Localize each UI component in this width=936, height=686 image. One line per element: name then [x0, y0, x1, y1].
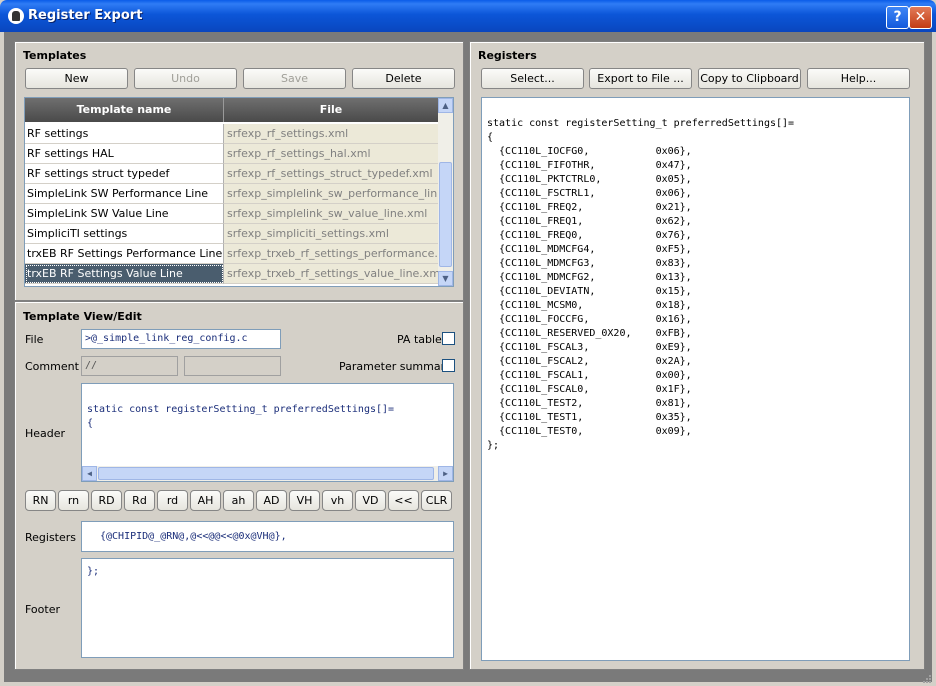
scroll-up-icon[interactable]: ▲ — [438, 98, 453, 113]
column-header-template-name[interactable]: Template name — [25, 98, 224, 122]
scroll-thumb[interactable] — [439, 162, 452, 267]
scroll-down-icon[interactable]: ▼ — [438, 271, 453, 286]
token-vd-button[interactable]: VD — [355, 490, 386, 511]
comment-end-field[interactable] — [184, 356, 281, 376]
token-ah-upper-button[interactable]: AH — [190, 490, 221, 511]
template-file-cell: srfexp_rf_settings.xml — [224, 124, 439, 144]
file-field[interactable]: >@_simple_link_reg_config.c — [81, 329, 281, 349]
template-file-cell: srfexp_simpliciti_settings.xml — [224, 224, 439, 244]
registers-template-text: {@CHIPID@_@RN@,@<<@@<<@0x@VH@}, — [100, 531, 287, 542]
token-vh-upper-button[interactable]: VH — [289, 490, 320, 511]
registers-title: Registers — [478, 49, 537, 62]
registers-template-field[interactable]: {@CHIPID@_@RN@,@<<@@<<@0x@VH@}, — [81, 521, 454, 552]
help-button[interactable]: Help... — [807, 68, 910, 89]
save-button[interactable]: Save — [243, 68, 346, 89]
template-file-cell: srfexp_rf_settings_hal.xml — [224, 144, 439, 164]
header-editor[interactable]: static const registerSetting_t preferred… — [81, 383, 454, 482]
templates-panel: Templates New Undo Save Delete Template … — [14, 41, 464, 301]
table-vertical-scrollbar[interactable]: ▲ ▼ — [438, 98, 453, 286]
template-name-cell: SimpleLink SW Value Line — [25, 204, 224, 224]
template-name-cell: RF settings struct typedef — [25, 164, 224, 184]
comment-start-field[interactable]: // — [81, 356, 178, 376]
register-export-window: Register Export ? ✕ Templates New Undo S… — [0, 0, 936, 686]
template-name-cell: trxEB RF Settings Performance Line — [25, 244, 224, 264]
templates-table: Template name File RF settings srfexp_rf_… — [24, 97, 454, 287]
export-to-file-button[interactable]: Export to File ... — [589, 68, 692, 89]
template-name-cell: RF settings — [25, 124, 224, 144]
template-name-cell: SimpliciTI settings — [25, 224, 224, 244]
table-row[interactable]: trxEB RF Settings Performance Line srfexp… — [25, 244, 439, 264]
template-file-cell: srfexp_simplelink_sw_performance_lin... — [224, 184, 439, 204]
scroll-right-icon[interactable]: ▶ — [438, 466, 453, 481]
table-row[interactable]: SimpleLink SW Value Line srfexp_simplelin… — [25, 204, 439, 224]
table-row[interactable]: SimpliciTI settings srfexp_simpliciti_set… — [25, 224, 439, 244]
token-rd-upper-button[interactable]: RD — [91, 490, 122, 511]
table-row-selected[interactable]: trxEB RF Settings Value Line srfexp_trxeb… — [25, 264, 439, 284]
pa-table-label: PA table — [397, 333, 442, 346]
token-ad-button[interactable]: AD — [256, 490, 287, 511]
registers-panel: Registers Select... Export to File ... C… — [469, 41, 925, 670]
file-label: File — [25, 333, 44, 346]
delete-button[interactable]: Delete — [352, 68, 455, 89]
registers-output[interactable]: static const registerSetting_t preferred… — [481, 97, 910, 661]
template-view-edit-panel: Template View/Edit File >@_simple_link_r… — [14, 301, 464, 670]
token-ah-lower-button[interactable]: ah — [223, 490, 254, 511]
footer-label: Footer — [25, 603, 60, 616]
template-file-cell: srfexp_trxeb_rf_settings_value_line.xml — [224, 264, 439, 284]
parameter-summary-checkbox[interactable] — [442, 359, 455, 372]
token-rn-lower-button[interactable]: rn — [58, 490, 89, 511]
token-rd-lower-button[interactable]: rd — [157, 490, 188, 511]
token-shift-button[interactable]: << — [388, 490, 419, 511]
select-button[interactable]: Select... — [481, 68, 584, 89]
template-file-cell: srfexp_rf_settings_struct_typedef.xml — [224, 164, 439, 184]
token-clr-button[interactable]: CLR — [421, 490, 452, 511]
close-button[interactable]: ✕ — [909, 6, 932, 29]
pa-table-checkbox[interactable] — [442, 332, 455, 345]
token-rd-mixed-button[interactable]: Rd — [124, 490, 155, 511]
table-row[interactable]: RF settings HAL srfexp_rf_settings_hal.xm… — [25, 144, 439, 164]
header-label: Header — [25, 427, 66, 440]
resize-grip-icon[interactable] — [922, 674, 932, 684]
table-row[interactable]: RF settings srfexp_rf_settings.xml — [25, 124, 439, 144]
app-icon — [8, 8, 24, 24]
footer-editor[interactable]: }; — [81, 558, 454, 658]
template-name-cell: SimpleLink SW Performance Line — [25, 184, 224, 204]
table-row[interactable]: SimpleLink SW Performance Line srfexp_sim… — [25, 184, 439, 204]
new-button[interactable]: New — [25, 68, 128, 89]
template-name-cell: RF settings HAL — [25, 144, 224, 164]
template-file-cell: srfexp_simplelink_sw_value_line.xml — [224, 204, 439, 224]
copy-to-clipboard-button[interactable]: Copy to Clipboard — [698, 68, 801, 89]
scroll-thumb[interactable] — [98, 467, 434, 480]
templates-title: Templates — [23, 49, 87, 62]
undo-button[interactable]: Undo — [134, 68, 237, 89]
footer-text: }; — [87, 566, 100, 577]
template-name-cell: trxEB RF Settings Value Line — [25, 264, 224, 284]
token-vh-lower-button[interactable]: vh — [322, 490, 353, 511]
client-area: Templates New Undo Save Delete Template … — [4, 32, 932, 682]
header-horizontal-scrollbar[interactable]: ◀ ▶ — [82, 466, 453, 481]
table-header: Template name File — [25, 98, 438, 122]
registers-label: Registers — [25, 531, 77, 544]
scroll-left-icon[interactable]: ◀ — [82, 466, 97, 481]
view-edit-title: Template View/Edit — [23, 310, 142, 323]
template-file-cell: srfexp_trxeb_rf_settings_performance... — [224, 244, 439, 264]
parameter-summary-label: Parameter summary — [339, 360, 452, 373]
token-button-row: RN rn RD Rd rd AH ah AD VH vh VD << CLR — [25, 490, 455, 512]
comment-label: Comment — [25, 360, 79, 373]
table-row[interactable]: RF settings struct typedef srfexp_rf_sett… — [25, 164, 439, 184]
column-header-file[interactable]: File — [224, 98, 438, 122]
token-rn-upper-button[interactable]: RN — [25, 490, 56, 511]
window-title: Register Export — [28, 8, 143, 23]
header-text: static const registerSetting_t preferred… — [87, 404, 395, 429]
title-bar[interactable]: Register Export ? ✕ — [0, 0, 936, 32]
registers-output-text: static const registerSetting_t preferred… — [487, 118, 795, 451]
help-title-button[interactable]: ? — [886, 6, 909, 29]
